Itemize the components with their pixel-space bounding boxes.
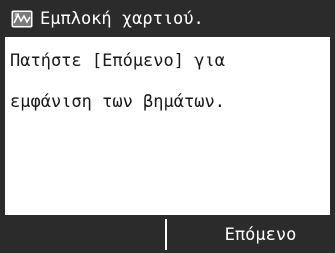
message-panel: Πατήστε [Επόμενο] για εμφάνιση των βημάτ… [5, 37, 330, 215]
softkey-bar: Επόμενο [5, 219, 330, 250]
paper-jam-icon [11, 10, 33, 28]
device-screen: Εμπλοκή χαρτιού. Πατήστε [Επόμενο] για ε… [0, 0, 335, 253]
message-line-1: Πατήστε [Επόμενο] για [10, 51, 225, 71]
page-title: Εμπλοκή χαρτιού. [40, 8, 204, 29]
message-line-2: εμφάνιση των βημάτων. [10, 92, 225, 112]
softkey-left[interactable] [5, 219, 167, 250]
next-button[interactable]: Επόμενο [167, 219, 330, 250]
title-bar: Εμπλοκή χαρτιού. [0, 0, 335, 37]
